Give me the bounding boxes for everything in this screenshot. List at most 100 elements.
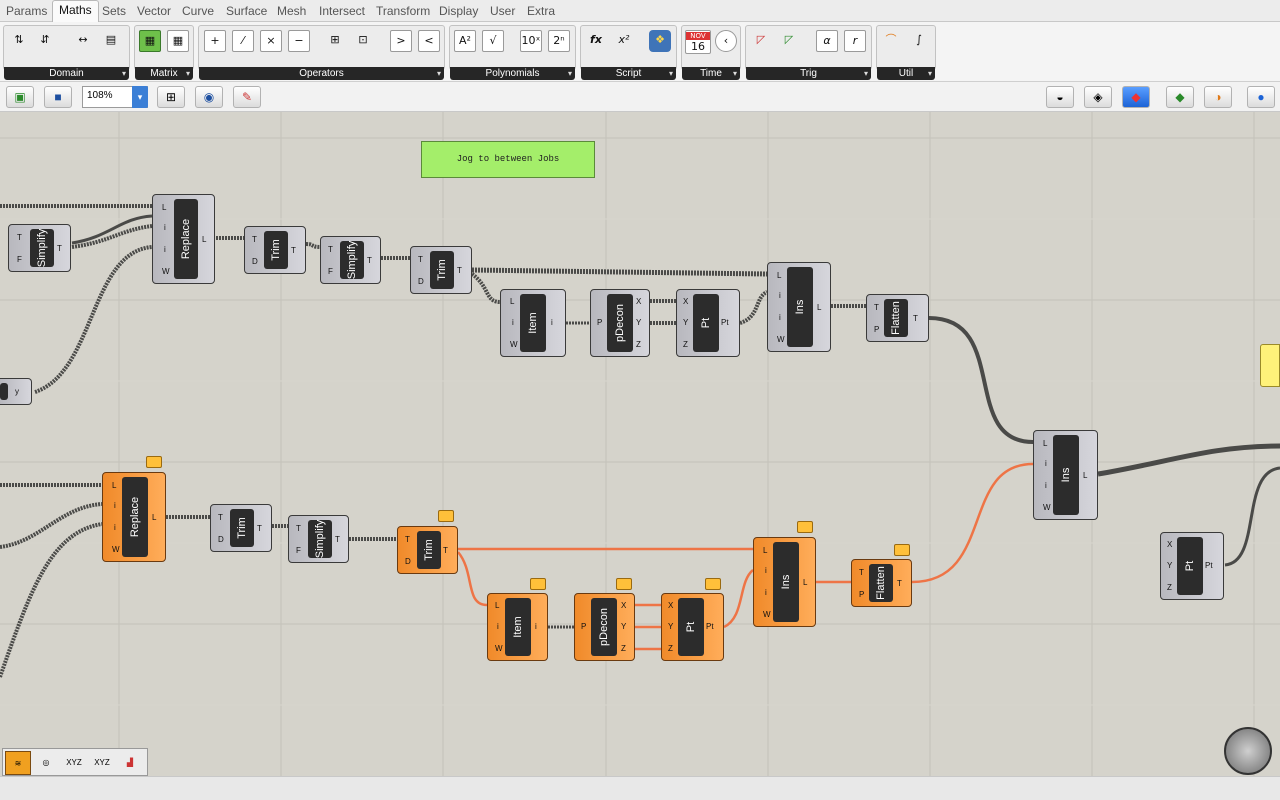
graph-mapper-icon[interactable]: ∫ — [908, 30, 930, 52]
tab-user[interactable]: User — [490, 4, 515, 18]
time-group-bar[interactable]: Time ▾ — [682, 67, 740, 80]
sketch-pen-icon[interactable]: ✎ — [233, 86, 261, 108]
open-file-icon[interactable]: ▣ — [6, 86, 34, 108]
bake-sphere-icon[interactable]: ● — [1247, 86, 1275, 108]
save-file-icon[interactable]: ■ — [44, 86, 72, 108]
preview-wireframe-icon[interactable]: ◒ — [1046, 86, 1074, 108]
preview-shaded-icon[interactable]: ◆ — [1122, 86, 1150, 108]
tab-curve[interactable]: Curve — [182, 4, 214, 18]
zoom-dropdown-icon[interactable]: ▾ — [132, 86, 148, 108]
preview-selected-icon[interactable]: ◆ — [1166, 86, 1194, 108]
radians-icon[interactable]: r — [844, 30, 866, 52]
tab-mesh[interactable]: Mesh — [277, 4, 306, 18]
python-icon[interactable]: ❖ — [649, 30, 671, 52]
subtraction-icon[interactable]: − — [288, 30, 310, 52]
calendar-icon[interactable]: NOV 16 — [685, 30, 711, 54]
tab-intersect[interactable]: Intersect — [319, 4, 365, 18]
matrix-icon[interactable]: ▦ — [139, 30, 161, 52]
message-balloon-icon[interactable] — [530, 578, 546, 590]
flatten-node-selected[interactable]: Flatten T P T — [851, 559, 912, 607]
tab-extra[interactable]: Extra — [527, 4, 555, 18]
message-balloon-icon[interactable] — [438, 510, 454, 522]
panel-note[interactable]: Jog to between Jobs — [421, 141, 595, 178]
construct-point-node[interactable]: Pt X Y Z Pt — [676, 289, 740, 357]
message-balloon-icon[interactable] — [146, 456, 162, 468]
insert-items-node-selected[interactable]: Ins L i i W L — [753, 537, 816, 627]
bar-chart-icon[interactable]: ▟ — [117, 751, 143, 775]
evaluate-icon[interactable]: x² — [613, 30, 635, 52]
domain-box-icon[interactable]: ▤ — [100, 30, 122, 52]
tab-params[interactable]: Params — [6, 4, 47, 18]
gate-and-icon[interactable]: ⊞ — [324, 30, 346, 52]
profiler-icon[interactable]: ◎ — [33, 751, 59, 775]
tab-transform[interactable]: Transform — [376, 4, 430, 18]
matrix-group-bar[interactable]: Matrix ▾ — [135, 67, 193, 80]
message-balloon-icon[interactable] — [797, 521, 813, 533]
document-preview-icon[interactable]: ◑ — [1204, 86, 1232, 108]
trig-group-bar[interactable]: Trig ▾ — [746, 67, 871, 80]
tab-surface[interactable]: Surface — [226, 4, 267, 18]
simplify-node[interactable]: Simplify T F T — [288, 515, 349, 563]
trim-node[interactable]: Trim T D T — [244, 226, 306, 274]
replace-node-selected[interactable]: Replace L i i W L — [102, 472, 166, 562]
definition-canvas[interactable]: Jog to between Jobs y Simplify T F T Rep… — [0, 112, 1280, 776]
preview-eye-icon[interactable]: ◉ — [195, 86, 223, 108]
tab-display[interactable]: Display — [439, 4, 478, 18]
trim-node[interactable]: Trim T D T — [410, 246, 472, 294]
larger-than-icon[interactable]: > — [390, 30, 412, 52]
yellow-panel[interactable] — [1260, 344, 1280, 387]
pdecon-node[interactable]: pDecon P X Y Z — [590, 289, 650, 357]
util-group-bar[interactable]: Util ▾ — [877, 67, 935, 80]
message-balloon-icon[interactable] — [894, 544, 910, 556]
polynomials-group-bar[interactable]: Polynomials ▾ — [450, 67, 575, 80]
warning-wave-icon[interactable]: ≋ — [5, 751, 31, 775]
preview-mesh-icon[interactable]: ◈ — [1084, 86, 1112, 108]
trim-node-selected[interactable]: Trim T D T — [397, 526, 458, 574]
insert-items-node[interactable]: Ins L i i W L — [767, 262, 831, 352]
xyz-axes-icon[interactable]: XYZ — [61, 751, 87, 775]
list-item-node[interactable]: Item L i W i — [500, 289, 566, 357]
power-icon[interactable]: A² — [454, 30, 476, 52]
power-of-10-icon[interactable]: 10ˣ — [520, 30, 542, 52]
power-of-2-icon[interactable]: 2ⁿ — [548, 30, 570, 52]
matrix-grid-icon[interactable]: ▦ — [167, 30, 189, 52]
simplify-node[interactable]: Simplify T F T — [320, 236, 381, 284]
construct-point-node-selected[interactable]: Pt X Y Z Pt — [661, 593, 724, 661]
navigation-compass-icon[interactable] — [1224, 727, 1272, 775]
xyz-tree-icon[interactable]: XYZ — [89, 751, 115, 775]
construct-point-node[interactable]: Pt X Y Z Pt — [1160, 532, 1224, 600]
expression-icon[interactable]: fx — [585, 30, 607, 52]
node-partial-left[interactable]: y — [0, 378, 32, 405]
insert-items-node[interactable]: Ins L i i W L — [1033, 430, 1098, 520]
triangle-trig-icon[interactable]: ◸ — [778, 30, 800, 52]
domain-group-bar[interactable]: Domain ▾ — [4, 67, 129, 80]
port-w: W — [495, 644, 503, 653]
list-item-node-selected[interactable]: Item L i W i — [487, 593, 548, 661]
bell-curve-icon[interactable]: ⌒ — [880, 30, 902, 52]
degrees-icon[interactable]: α — [816, 30, 838, 52]
gate-or-icon[interactable]: ⊡ — [352, 30, 374, 52]
pdecon-node-selected[interactable]: pDecon P X Y Z — [574, 593, 635, 661]
tab-sets[interactable]: Sets — [102, 4, 126, 18]
trim-node[interactable]: Trim T D T — [210, 504, 272, 552]
smaller-than-icon[interactable]: < — [418, 30, 440, 52]
square-root-icon[interactable]: √ — [482, 30, 504, 52]
addition-icon[interactable]: + — [204, 30, 226, 52]
message-balloon-icon[interactable] — [705, 578, 721, 590]
operators-group-bar[interactable]: Operators ▾ — [199, 67, 444, 80]
bounds-icon[interactable]: ⇅ — [8, 30, 30, 52]
simplify-node[interactable]: Simplify T F T — [8, 224, 71, 272]
divide-domain-icon[interactable]: ⇵ — [34, 30, 56, 52]
construct-domain-icon[interactable]: ↔ — [72, 30, 94, 52]
tab-maths[interactable]: Maths — [52, 0, 99, 23]
message-balloon-icon[interactable] — [616, 578, 632, 590]
flatten-node[interactable]: Flatten T P T — [866, 294, 929, 342]
script-group-bar[interactable]: Script ▾ — [581, 67, 676, 80]
multiplication-icon[interactable]: × — [260, 30, 282, 52]
clock-icon[interactable]: ‹ — [715, 30, 737, 52]
tab-vector[interactable]: Vector — [137, 4, 171, 18]
right-trigonometry-icon[interactable]: ◸ — [750, 30, 772, 52]
division-icon[interactable]: ⁄ — [232, 30, 254, 52]
zoom-extents-icon[interactable]: ⊞ — [157, 86, 185, 108]
replace-node[interactable]: Replace L i i W L — [152, 194, 215, 284]
